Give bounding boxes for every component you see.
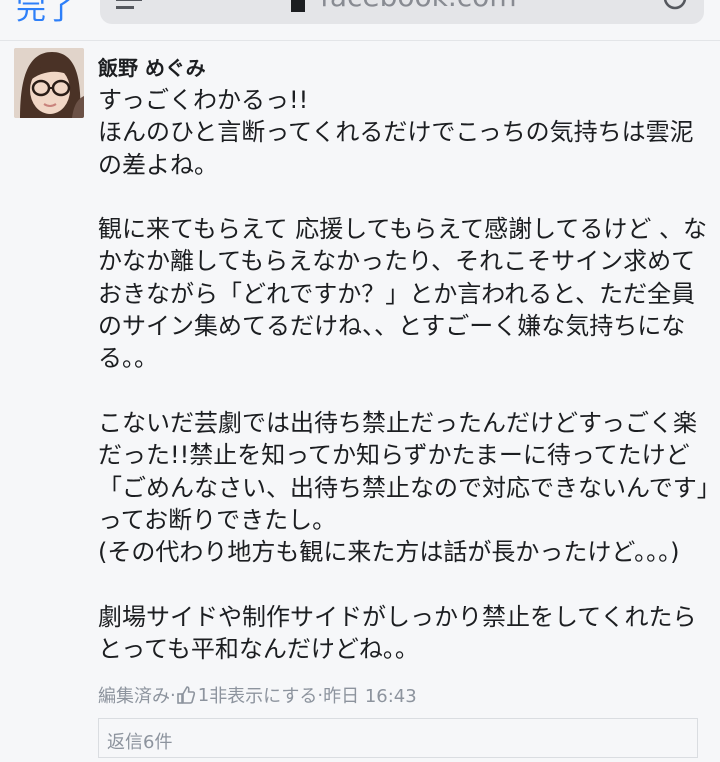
profile-photo: [14, 48, 84, 118]
view-replies-button[interactable]: 返信6件: [98, 718, 698, 758]
browser-bar: 完了 facebook.com: [0, 0, 720, 41]
like-count[interactable]: 1: [198, 685, 209, 706]
comment-timestamp[interactable]: 昨日 16:43: [323, 682, 417, 708]
done-button[interactable]: 完了: [16, 0, 76, 28]
reader-menu-icon[interactable]: [116, 0, 142, 18]
avatar[interactable]: [14, 48, 84, 118]
like-thumb-icon[interactable]: [176, 685, 196, 705]
comment-meta: 編集済み · 1 非表示にする · 昨日 16:43: [98, 682, 417, 708]
hide-button[interactable]: 非表示にする: [209, 682, 317, 708]
comment-author[interactable]: 飯野 めぐみ: [98, 52, 206, 81]
address-bar[interactable]: facebook.com: [100, 0, 704, 24]
lock-icon: [291, 0, 305, 12]
reload-icon[interactable]: [662, 0, 688, 20]
comment: 飯野 めぐみ すっごくわかるっ!! ほんのひと言断ってくれるだけでこっちの気持ち…: [0, 40, 720, 762]
url-text: facebook.com: [320, 0, 517, 13]
edited-label[interactable]: 編集済み: [98, 682, 170, 708]
replies-label: 返信6件: [107, 732, 173, 753]
comment-body: すっごくわかるっ!! ほんのひと言断ってくれるだけでこっちの気持ちは雲泥の差よね…: [98, 86, 709, 664]
